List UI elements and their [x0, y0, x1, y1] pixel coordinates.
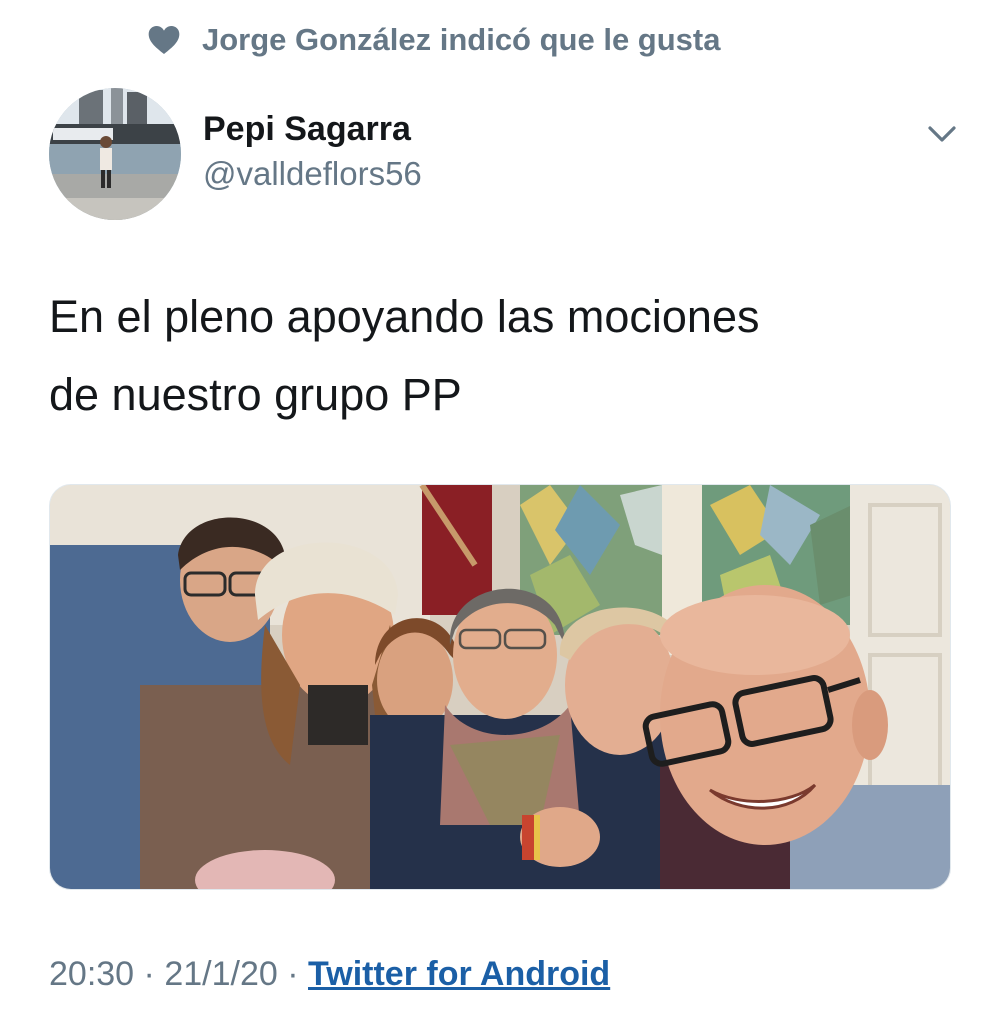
user-handle[interactable]: @valldeflors56: [203, 152, 422, 196]
group-selfie-photo: [50, 485, 950, 889]
chevron-down-icon[interactable]: [924, 118, 960, 148]
avatar[interactable]: [49, 88, 181, 220]
meta-separator: ·: [287, 955, 299, 993]
display-name[interactable]: Pepi Sagarra: [203, 106, 422, 152]
avatar-photo: [49, 88, 181, 220]
tweet-source-link[interactable]: Twitter for Android: [308, 955, 610, 993]
tweet-text-line: En el pleno apoyando las mociones: [49, 291, 760, 342]
social-context-text: Jorge González indicó que le gusta: [202, 22, 721, 57]
heart-icon: [148, 26, 180, 54]
tweet-text-line: de nuestro grupo PP: [49, 369, 462, 420]
tweet-time[interactable]: 20:30: [49, 955, 134, 993]
tweet-photo[interactable]: [49, 484, 951, 890]
tweet-detail: Jorge González indicó que le gusta Pepi …: [0, 0, 999, 1024]
social-context[interactable]: Jorge González indicó que le gusta: [148, 18, 720, 62]
author-block[interactable]: Pepi Sagarra @valldeflors56: [203, 106, 422, 196]
tweet-date[interactable]: 21/1/20: [164, 955, 277, 993]
tweet-text: En el pleno apoyando las mociones de nue…: [49, 278, 949, 434]
tweet-meta: 20:30 · 21/1/20 · Twitter for Android: [49, 948, 610, 1000]
meta-separator: ·: [143, 955, 155, 993]
